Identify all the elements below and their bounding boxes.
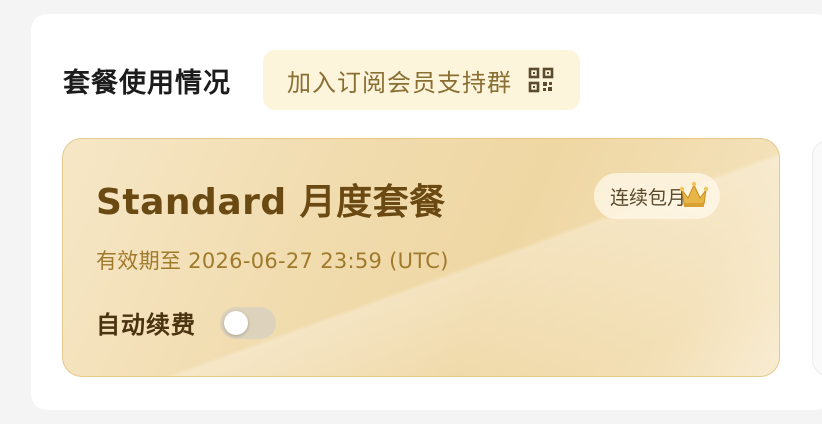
section-title: 套餐使用情况 [63,67,231,99]
plan-card: Standard 月度套餐 连续包月 有效期至 2026-06-27 23:59… [62,138,780,377]
monthly-subscription-badge: 连续包月 [594,173,721,219]
toggle-knob [224,310,248,335]
join-support-group-button[interactable]: 加入订阅会员支持群 [263,50,580,110]
plan-usage-panel: 套餐使用情况 加入订阅会员支持群 Standard 月度套餐 连续包月 有效期至… [31,14,822,410]
auto-renew-label: 自动续费 [96,311,196,339]
plan-expiry: 有效期至 2026-06-27 23:59 (UTC) [96,249,449,273]
next-plan-card-edge [812,140,822,376]
plan-name: Standard 月度套餐 [96,182,446,223]
badge-label: 连续包月 [610,186,687,209]
auto-renew-row: 自动续费 [96,305,276,340]
auto-renew-toggle[interactable] [220,306,276,339]
qr-code-icon [528,67,554,93]
section-header: 套餐使用情况 加入订阅会员支持群 [63,50,580,110]
crown-icon [678,179,710,215]
join-support-group-label: 加入订阅会员支持群 [287,68,512,97]
